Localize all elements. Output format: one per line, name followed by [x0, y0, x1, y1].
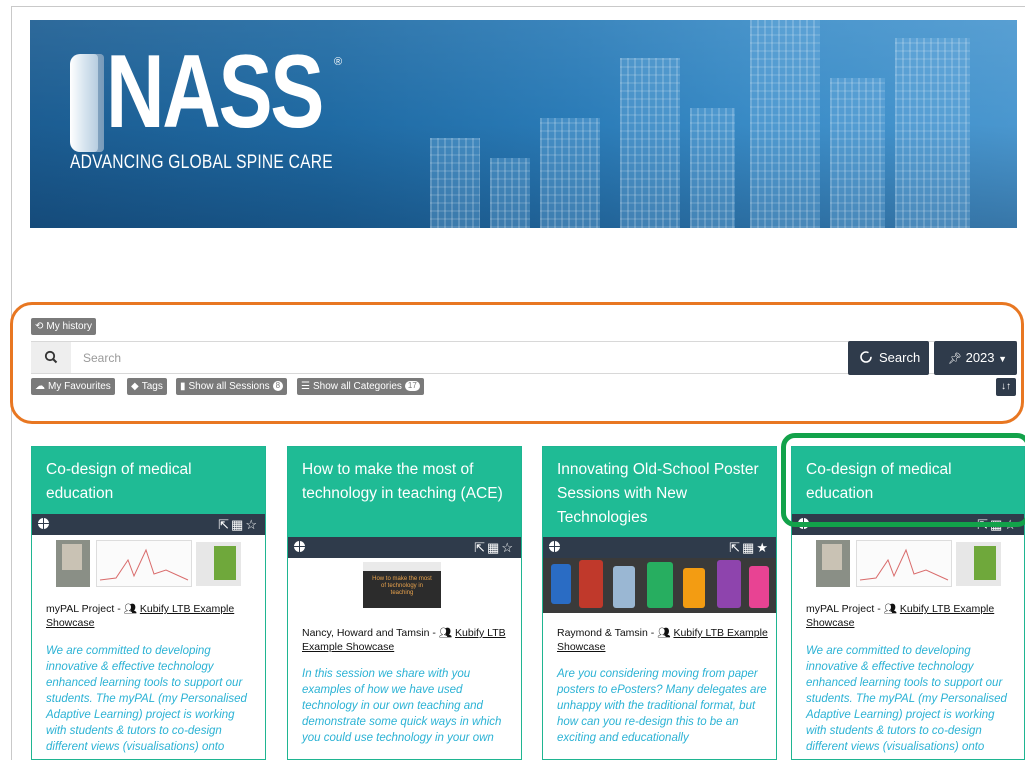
- search-addon: [31, 342, 71, 373]
- globe-icon[interactable]: [549, 541, 560, 552]
- search-button-label: Search: [879, 350, 921, 365]
- external-link-icon[interactable]: ⇱: [218, 517, 231, 532]
- my-history-button[interactable]: ⟲ My history: [31, 318, 96, 335]
- cloud-icon: ☁: [35, 381, 45, 392]
- header-banner: NASS ® ADVANCING GLOBAL SPINE CARE: [30, 20, 1017, 228]
- session-card[interactable]: Innovating Old-School Poster Sessions wi…: [542, 446, 777, 760]
- author-prefix: Nancy, Howard and Tamsin -: [302, 627, 439, 639]
- sort-icon: ↓↑: [1001, 381, 1011, 392]
- card-title-highlight: [781, 433, 1025, 527]
- chart-thumbnail-icon: [99, 548, 189, 581]
- caret-down-icon: ▼: [998, 354, 1008, 364]
- my-history-label: My history: [46, 321, 92, 332]
- card-thumbnail: How to make the most of technology in te…: [363, 562, 441, 608]
- session-card[interactable]: How to make the most of technology in te…: [287, 446, 522, 760]
- user-group-icon: 👥︎: [657, 627, 671, 639]
- thumbnail-caption: How to make the most of technology in te…: [372, 576, 432, 596]
- show-all-sessions-label: Show all Sessions: [188, 381, 270, 392]
- card-description: We are committed to developing innovativ…: [46, 645, 247, 753]
- card-author: myPAL Project - 👥︎ Kubify LTB Example Sh…: [806, 602, 1024, 630]
- tags-label: Tags: [141, 381, 163, 392]
- banner-tagline: ADVANCING GLOBAL SPINE CARE: [70, 152, 333, 173]
- refresh-circle-icon: [860, 351, 872, 363]
- categories-count-badge: 17: [404, 381, 420, 392]
- my-favourites-label: My Favourites: [48, 381, 111, 392]
- card-author: Nancy, Howard and Tamsin - 👥︎ Kubify LTB…: [302, 626, 521, 654]
- star-outline-icon[interactable]: ☆: [501, 540, 515, 555]
- show-all-sessions-button[interactable]: ▮ Show all Sessions 8: [176, 378, 288, 395]
- card-title[interactable]: How to make the most of technology in te…: [288, 447, 521, 537]
- search-icon: [44, 350, 58, 364]
- registered-mark: ®: [334, 56, 343, 68]
- pin-icon: 📌︎: [948, 353, 962, 365]
- nass-logo: NASS: [106, 34, 324, 150]
- user-group-icon: 👥︎: [123, 603, 137, 615]
- card-toolbar: ⇱▦☆: [32, 514, 265, 535]
- session-card[interactable]: Co-design of medical education ⇱▦☆ myPAL…: [31, 446, 266, 760]
- card-thumbnail: [543, 558, 776, 613]
- globe-icon[interactable]: [294, 541, 305, 552]
- card-title[interactable]: Innovating Old-School Poster Sessions wi…: [543, 447, 776, 537]
- qr-code-icon[interactable]: ▦: [231, 517, 245, 532]
- author-prefix: Raymond & Tamsin -: [557, 627, 658, 639]
- card-thumbnail: [816, 540, 1001, 587]
- author-prefix: myPAL Project -: [46, 603, 124, 615]
- my-favourites-button[interactable]: ☁ My Favourites: [31, 378, 115, 395]
- tags-icon: ◆: [131, 381, 139, 392]
- qr-code-icon[interactable]: ▦: [742, 540, 756, 555]
- card-description: We are committed to developing innovativ…: [806, 645, 1007, 753]
- star-outline-icon[interactable]: ☆: [245, 517, 259, 532]
- list-icon: ☰: [301, 381, 310, 392]
- card-thumbnail: [56, 540, 241, 587]
- calendar-icon: ▮: [180, 381, 186, 392]
- card-author: myPAL Project - 👥︎ Kubify LTB Example Sh…: [46, 602, 265, 630]
- user-group-icon: 👥︎: [883, 603, 897, 615]
- nass-logo-spine-icon: [70, 54, 104, 152]
- chart-thumbnail-icon: [859, 548, 949, 581]
- external-link-icon[interactable]: ⇱: [474, 540, 487, 555]
- star-filled-icon[interactable]: ★: [756, 540, 770, 555]
- show-all-categories-label: Show all Categories: [312, 381, 402, 392]
- card-author: Raymond & Tamsin - 👥︎ Kubify LTB Example…: [557, 626, 776, 654]
- card-description: In this session we share with you exampl…: [302, 668, 502, 744]
- globe-icon[interactable]: [38, 518, 49, 529]
- sessions-count-badge: 8: [272, 381, 284, 392]
- qr-code-icon[interactable]: ▦: [487, 540, 501, 555]
- year-label: 2023: [965, 350, 995, 365]
- tags-button[interactable]: ◆ Tags: [127, 378, 167, 395]
- search-input[interactable]: [71, 342, 847, 373]
- year-dropdown[interactable]: 📌︎ 2023 ▼: [934, 341, 1017, 375]
- card-toolbar: ⇱▦☆: [288, 537, 521, 558]
- external-link-icon[interactable]: ⇱: [729, 540, 742, 555]
- show-all-categories-button[interactable]: ☰ Show all Categories 17: [297, 378, 424, 395]
- card-toolbar: ⇱▦★: [543, 537, 776, 558]
- author-prefix: myPAL Project -: [806, 603, 884, 615]
- search-button[interactable]: Search: [848, 341, 929, 375]
- history-icon: ⟲: [35, 321, 44, 332]
- card-description: Are you considering moving from paper po…: [557, 668, 767, 744]
- sort-button[interactable]: ↓↑: [996, 378, 1016, 396]
- card-title[interactable]: Co-design of medical education: [32, 447, 265, 514]
- user-group-icon: 👥︎: [438, 627, 453, 639]
